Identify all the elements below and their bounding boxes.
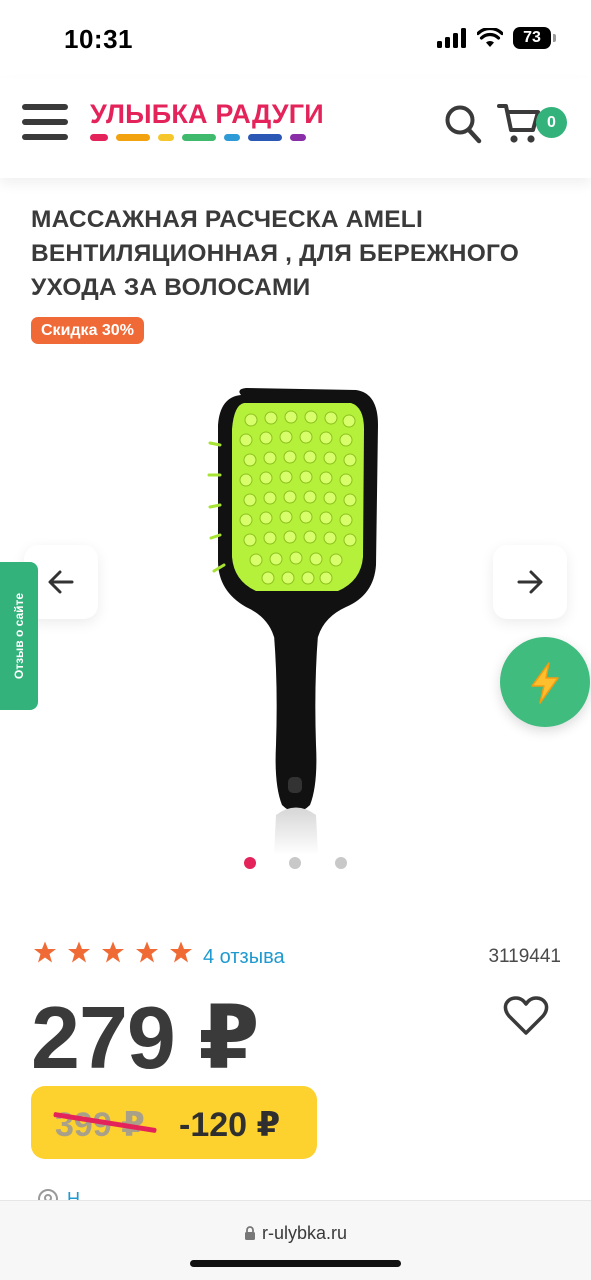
- site-review-tab-label: Отзыв о сайте: [12, 592, 26, 680]
- product-title: МАССАЖНАЯ РАСЧЕСКА AMELI ВЕНТИЛЯЦИОННАЯ …: [31, 206, 519, 301]
- logo-stripe: [158, 134, 174, 141]
- lock-icon: [244, 1226, 255, 1240]
- star-icon: [136, 941, 158, 963]
- current-price: 279 ₽: [31, 988, 260, 1087]
- discount-badge: Скидка 30%: [31, 317, 144, 344]
- rating-stars: [33, 940, 193, 964]
- product-sku: 3119441: [488, 946, 561, 967]
- hamburger-menu-icon[interactable]: [22, 104, 70, 144]
- search-icon[interactable]: [444, 104, 482, 144]
- cart-count-badge[interactable]: 0: [536, 107, 567, 138]
- site-header: УЛЫБКА РАДУГИ 0: [0, 78, 591, 178]
- old-price-box: 399 ₽ -120 ₽: [31, 1086, 317, 1159]
- site-review-tab[interactable]: Отзыв о сайте: [0, 562, 38, 710]
- arrow-right-icon: [517, 570, 543, 594]
- quick-action-button[interactable]: [500, 637, 590, 727]
- logo-stripe: [224, 134, 240, 141]
- gallery-dots: [0, 857, 591, 869]
- wifi-icon: [477, 28, 503, 47]
- logo-stripe: [90, 134, 108, 141]
- logo-stripe: [248, 134, 282, 141]
- page: 10:31 73 УЛЫБКА РАДУГИ 0 МАССАЖНАЯ РАСЧЕ…: [0, 0, 591, 1280]
- logo-stripes: [90, 134, 324, 141]
- hair-brush-black-green-image: [207, 388, 378, 855]
- star-icon: [34, 941, 56, 963]
- home-indicator[interactable]: [190, 1260, 401, 1267]
- logo-stripe: [182, 134, 216, 141]
- site-logo[interactable]: УЛЫБКА РАДУГИ: [90, 100, 324, 141]
- product-gallery: Отзыв о сайте: [0, 360, 591, 880]
- star-icon: [102, 941, 124, 963]
- price-saving: -120 ₽: [179, 1106, 281, 1144]
- battery-icon: 73: [513, 27, 556, 49]
- gallery-dot[interactable]: [335, 857, 347, 869]
- reviews-link[interactable]: 4 отзыва: [203, 946, 285, 969]
- star-icon: [68, 941, 90, 963]
- logo-stripe: [290, 134, 306, 141]
- logo-stripe: [116, 134, 150, 141]
- logo-text: УЛЫБКА РАДУГИ: [90, 99, 324, 129]
- gallery-next-button[interactable]: [493, 545, 567, 619]
- gallery-dot[interactable]: [289, 857, 301, 869]
- gallery-dot[interactable]: [244, 857, 256, 869]
- url-text: r-ulybka.ru: [261, 1223, 348, 1243]
- status-bar: 10:31 73: [0, 0, 591, 78]
- star-icon: [170, 941, 192, 963]
- heart-icon[interactable]: [503, 995, 549, 1037]
- status-icons: 73: [437, 27, 556, 49]
- url-display[interactable]: r-ulybka.ru: [0, 1223, 591, 1244]
- signal-icon: [437, 28, 466, 48]
- browser-url-bar[interactable]: r-ulybka.ru: [0, 1200, 591, 1280]
- lightning-icon: [531, 662, 559, 704]
- status-time: 10:31: [64, 24, 133, 54]
- arrow-left-icon: [48, 570, 74, 594]
